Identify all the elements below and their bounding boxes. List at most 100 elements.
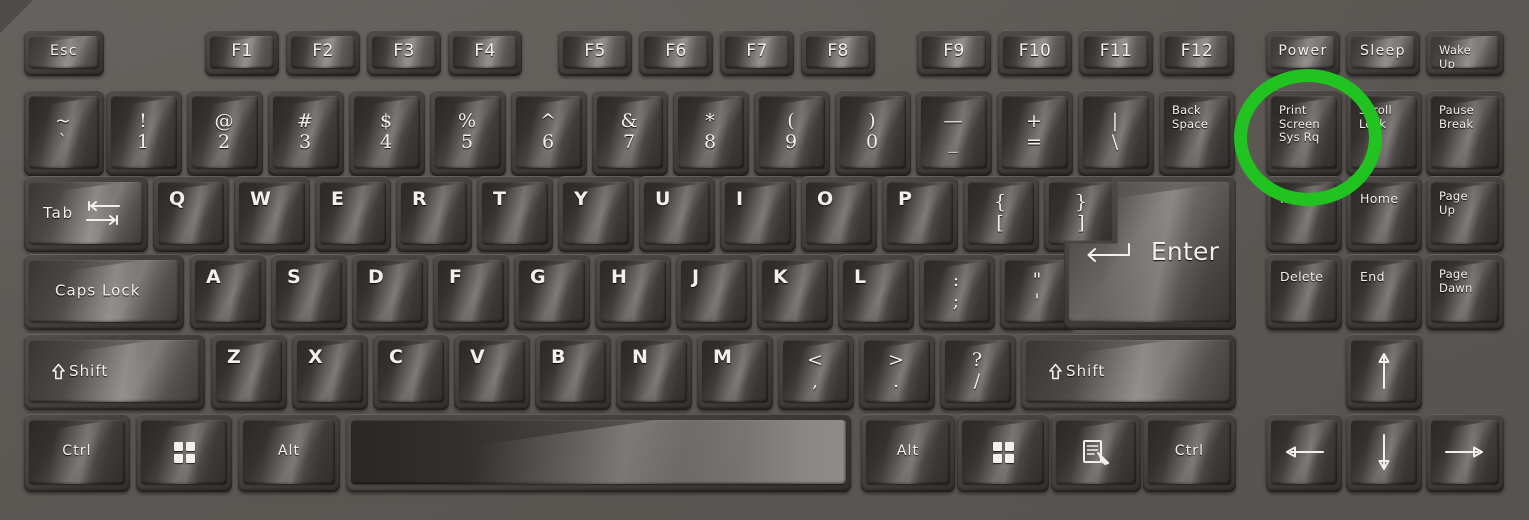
key-key-p[interactable]: P [882,176,958,252]
key-legend-dual: ? / [945,340,1011,402]
keycap: K [762,260,828,322]
key-ctrl-right[interactable]: Ctrl [1143,414,1236,492]
menu-icon [1081,438,1111,466]
key-f8[interactable]: F8 [801,30,875,76]
key-legend: Ctrl [62,443,92,460]
key-equal[interactable]: + = [997,90,1073,176]
key-key-v[interactable]: V [454,334,530,410]
key-key-m[interactable]: M [697,334,773,410]
key-f11[interactable]: F11 [1079,30,1153,76]
key-legend-dual: % 5 [435,96,501,168]
keycap: >. [864,340,930,402]
key-key-i[interactable]: I [720,176,796,252]
key-digit-8[interactable]: * 8 [673,90,749,176]
key-key-w[interactable]: W [234,176,310,252]
key-backquote[interactable]: ~ ` [24,90,104,176]
key-ctrl-left[interactable]: Ctrl [24,414,130,492]
key-key-n[interactable]: N [616,334,692,410]
key-key-o[interactable]: O [801,176,877,252]
key-legend-shifted: : [952,269,960,291]
key-page-up[interactable]: Page Up [1426,176,1504,252]
key-digit-9[interactable]: (9 [754,90,830,176]
key-sleep[interactable]: Sleep [1346,30,1420,76]
key-key-f[interactable]: F [433,254,509,330]
key-digit-0[interactable]: ) 0 [835,90,911,176]
key-digit-4[interactable]: $4 [349,90,425,176]
key-comma[interactable]: <, [778,334,854,410]
key-alt-left[interactable]: Alt [238,414,340,492]
key-digit-7[interactable]: & 7 [592,90,668,176]
key-key-q[interactable]: Q [153,176,229,252]
key-arrow-left[interactable] [1266,414,1342,492]
key-page-down[interactable]: Page Dawn [1426,254,1504,330]
key-key-y[interactable]: Y [558,176,634,252]
key-bracket-left[interactable]: {[ [963,176,1039,252]
key-esc[interactable]: Esc [24,30,104,76]
key-back-space[interactable]: Back Space [1159,90,1235,176]
key-backslash[interactable]: | \ [1078,90,1154,176]
key-power[interactable]: Power [1266,30,1340,76]
key-key-k[interactable]: K [757,254,833,330]
key-f4[interactable]: F4 [448,30,522,76]
key-shift-right[interactable]: Shift [1021,334,1236,410]
key-scroll-lock[interactable]: Scroll Lock [1346,90,1422,176]
key-insert[interactable]: Insert [1266,176,1342,252]
key-tab[interactable]: Tab [24,176,148,252]
key-slash[interactable]: ? / [940,334,1016,410]
key-f5[interactable]: F5 [558,30,632,76]
key-minus[interactable]: — _ [916,90,992,176]
key-space[interactable] [346,414,851,492]
key-key-h[interactable]: H [595,254,671,330]
key-print-screen[interactable]: Print Screen Sys Rq [1266,90,1342,176]
key-digit-6[interactable]: ^ 6 [511,90,587,176]
key-f9[interactable]: F9 [917,30,991,76]
key-key-u[interactable]: U [639,176,715,252]
key-key-j[interactable]: J [676,254,752,330]
key-arrow-down[interactable] [1346,414,1422,492]
key-win-right[interactable] [957,414,1049,492]
key-wake-up[interactable]: Wake Up [1426,30,1504,76]
key-f2[interactable]: F2 [286,30,360,76]
key-alt-right[interactable]: Alt [861,414,955,492]
keycap: F11 [1084,36,1148,68]
key-period[interactable]: >. [859,334,935,410]
key-quote[interactable]: " ' [1000,254,1076,330]
key-key-l[interactable]: L [838,254,914,330]
key-f10[interactable]: F10 [998,30,1072,76]
keycap [141,420,227,484]
key-f7[interactable]: F7 [720,30,794,76]
key-f1[interactable]: F1 [205,30,279,76]
key-key-c[interactable]: C [373,334,449,410]
key-digit-2[interactable]: @2 [187,90,263,176]
key-shift-left[interactable]: Shift [24,334,205,410]
key-f3[interactable]: F3 [367,30,441,76]
key-digit-3[interactable]: #3 [268,90,344,176]
key-key-a[interactable]: A [190,254,266,330]
key-home[interactable]: Home [1346,176,1422,252]
key-f12[interactable]: F12 [1160,30,1234,76]
key-key-z[interactable]: Z [211,334,287,410]
key-caps-lock[interactable]: Caps Lock [24,254,184,330]
keycap: ? / [945,340,1011,402]
keycap: + = [1002,96,1068,168]
key-key-r[interactable]: R [396,176,472,252]
key-semicolon[interactable]: :; [919,254,995,330]
key-key-e[interactable]: E [315,176,391,252]
key-key-g[interactable]: G [514,254,590,330]
key-end[interactable]: End [1346,254,1422,330]
key-bracket-right[interactable]: }] [1044,176,1120,252]
key-key-s[interactable]: S [271,254,347,330]
key-f6[interactable]: F6 [639,30,713,76]
key-menu[interactable] [1051,414,1141,492]
key-delete[interactable]: Delete [1266,254,1342,330]
key-pause-break[interactable]: Pause Break [1426,90,1504,176]
key-key-b[interactable]: B [535,334,611,410]
key-digit-5[interactable]: % 5 [430,90,506,176]
key-arrow-up[interactable] [1346,334,1422,410]
key-key-x[interactable]: X [292,334,368,410]
key-arrow-right[interactable] [1426,414,1504,492]
key-key-d[interactable]: D [352,254,428,330]
key-digit-1[interactable]: ! 1 [106,90,182,176]
key-key-t[interactable]: T [477,176,553,252]
key-win-left[interactable] [136,414,232,492]
